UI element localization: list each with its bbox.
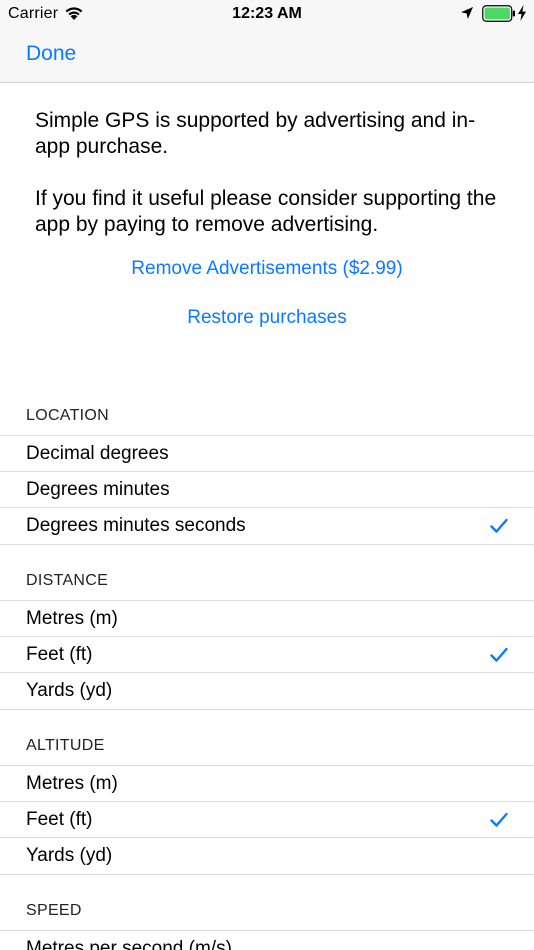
support-message: Simple GPS is supported by advertising a… <box>35 108 505 238</box>
option-label: Metres (m) <box>26 773 118 794</box>
navigation-bar: Done <box>0 30 534 83</box>
section-header-speed: SPEED <box>26 902 82 919</box>
option-altitude-yards[interactable]: Yards (yd) <box>0 837 534 875</box>
section-header-altitude: ALTITUDE <box>26 737 105 754</box>
battery-icon <box>482 5 515 22</box>
option-label: Yards (yd) <box>26 680 113 701</box>
option-label: Degrees minutes <box>26 479 170 500</box>
option-altitude-feet[interactable]: Feet (ft) <box>0 801 534 838</box>
option-distance-metres[interactable]: Metres (m) <box>0 600 534 637</box>
status-bar: Carrier 12:23 AM <box>0 0 534 30</box>
option-location-degrees-minutes[interactable]: Degrees minutes <box>0 471 534 508</box>
restore-purchases-button[interactable]: Restore purchases <box>0 307 534 329</box>
remove-ads-button[interactable]: Remove Advertisements ($2.99) <box>0 258 534 280</box>
option-speed-metres-per-second[interactable]: Metres per second (m/s) <box>0 930 534 950</box>
option-label: Feet (ft) <box>26 809 93 830</box>
option-label: Degrees minutes seconds <box>26 515 246 536</box>
support-paragraph-2: If you find it useful please consider su… <box>35 187 497 236</box>
option-label: Yards (yd) <box>26 845 113 866</box>
option-label: Decimal degrees <box>26 443 169 464</box>
option-label: Feet (ft) <box>26 644 93 665</box>
checkmark-icon <box>490 518 508 533</box>
option-distance-feet[interactable]: Feet (ft) <box>0 636 534 673</box>
option-label: Metres (m) <box>26 608 118 629</box>
checkmark-icon <box>490 812 508 827</box>
checkmark-icon <box>490 647 508 662</box>
done-button[interactable]: Done <box>26 42 76 66</box>
option-altitude-metres[interactable]: Metres (m) <box>0 765 534 802</box>
option-location-decimal-degrees[interactable]: Decimal degrees <box>0 435 534 472</box>
settings-screen: Carrier 12:23 AM Done Simple GPS is supp… <box>0 0 534 950</box>
option-distance-yards[interactable]: Yards (yd) <box>0 672 534 710</box>
location-arrow-icon <box>461 7 473 19</box>
section-header-distance: DISTANCE <box>26 572 109 589</box>
status-time: 12:23 AM <box>232 5 302 22</box>
section-header-location: LOCATION <box>26 407 110 424</box>
charging-bolt-icon <box>518 5 526 21</box>
option-location-degrees-minutes-seconds[interactable]: Degrees minutes seconds <box>0 507 534 545</box>
support-paragraph-1: Simple GPS is supported by advertising a… <box>35 109 476 158</box>
option-label: Metres per second (m/s) <box>26 938 232 950</box>
